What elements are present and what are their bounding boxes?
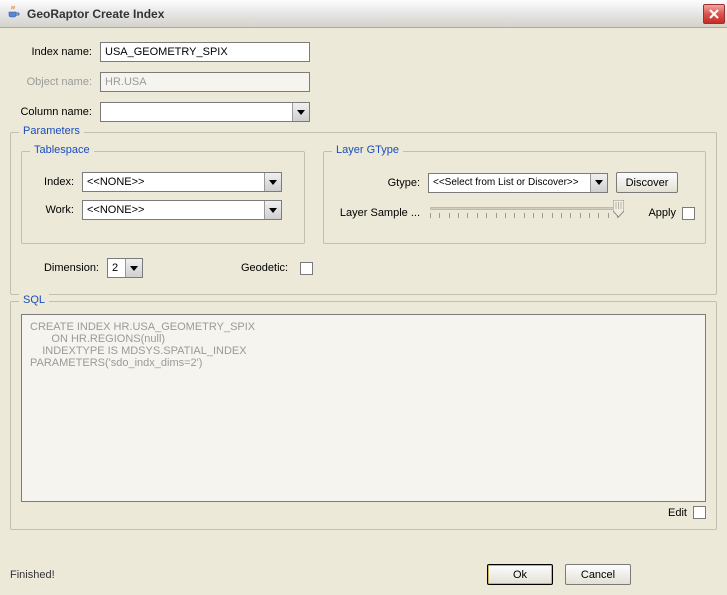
edit-label: Edit <box>668 507 687 519</box>
column-name-dropdown[interactable] <box>100 102 310 122</box>
close-button[interactable] <box>703 4 725 24</box>
geodetic-checkbox[interactable] <box>300 262 313 275</box>
column-name-row: Column name: <box>10 102 717 122</box>
chevron-down-icon <box>125 259 142 277</box>
parameters-fieldset: Parameters Tablespace Index: <<NONE>> Wo… <box>10 132 717 295</box>
parameters-legend: Parameters <box>19 125 84 137</box>
dimension-label: Dimension: <box>33 262 99 274</box>
object-name-input <box>100 72 310 92</box>
title-bar: GeoRaptor Create Index <box>0 0 727 28</box>
cancel-button[interactable]: Cancel <box>565 564 631 585</box>
dimension-dropdown[interactable]: 2 <box>107 258 143 278</box>
dimension-value: 2 <box>112 262 118 274</box>
gtype-legend: Layer GType <box>332 144 403 156</box>
chevron-down-icon <box>590 174 607 192</box>
index-name-input[interactable] <box>100 42 310 62</box>
chevron-down-icon <box>264 173 281 191</box>
status-text: Finished! <box>10 569 487 581</box>
java-cup-icon <box>6 4 22 23</box>
ok-button[interactable]: Ok <box>487 564 553 585</box>
gtype-label: Gtype: <box>334 177 420 189</box>
tablespace-legend: Tablespace <box>30 144 94 156</box>
gtype-fieldset: Layer GType Gtype: <<Select from List or… <box>323 151 706 244</box>
apply-label: Apply <box>648 207 676 219</box>
chevron-down-icon <box>264 201 281 219</box>
chevron-down-icon <box>292 103 309 121</box>
discover-button[interactable]: Discover <box>616 172 678 193</box>
gtype-value: <<Select from List or Discover>> <box>433 177 579 188</box>
sql-fieldset: SQL CREATE INDEX HR.USA_GEOMETRY_SPIX ON… <box>10 301 717 530</box>
sample-slider[interactable] <box>428 201 640 225</box>
ts-index-label: Index: <box>32 176 74 188</box>
sql-legend: SQL <box>19 294 49 306</box>
ts-work-dropdown[interactable]: <<NONE>> <box>82 200 282 220</box>
edit-checkbox[interactable] <box>693 506 706 519</box>
sample-label: Layer Sample ... <box>334 207 420 219</box>
window-title: GeoRaptor Create Index <box>27 7 703 21</box>
dialog-content: Index name: Object name: Column name: Pa… <box>0 28 727 546</box>
sql-textarea: CREATE INDEX HR.USA_GEOMETRY_SPIX ON HR.… <box>21 314 706 502</box>
object-name-row: Object name: <box>10 72 717 92</box>
ts-index-value: <<NONE>> <box>87 176 144 188</box>
gtype-dropdown[interactable]: <<Select from List or Discover>> <box>428 173 608 193</box>
ts-index-dropdown[interactable]: <<NONE>> <box>82 172 282 192</box>
index-name-row: Index name: <box>10 42 717 62</box>
tablespace-fieldset: Tablespace Index: <<NONE>> Work: <<NONE>… <box>21 151 305 244</box>
dialog-footer: Finished! Ok Cancel <box>10 564 717 585</box>
apply-checkbox[interactable] <box>682 207 695 220</box>
column-name-label: Column name: <box>14 106 92 118</box>
geodetic-label: Geodetic: <box>241 262 288 274</box>
ts-work-label: Work: <box>32 204 74 216</box>
object-name-label: Object name: <box>14 76 92 88</box>
index-name-label: Index name: <box>14 46 92 58</box>
slider-thumb-icon <box>613 200 624 218</box>
ts-work-value: <<NONE>> <box>87 204 144 216</box>
